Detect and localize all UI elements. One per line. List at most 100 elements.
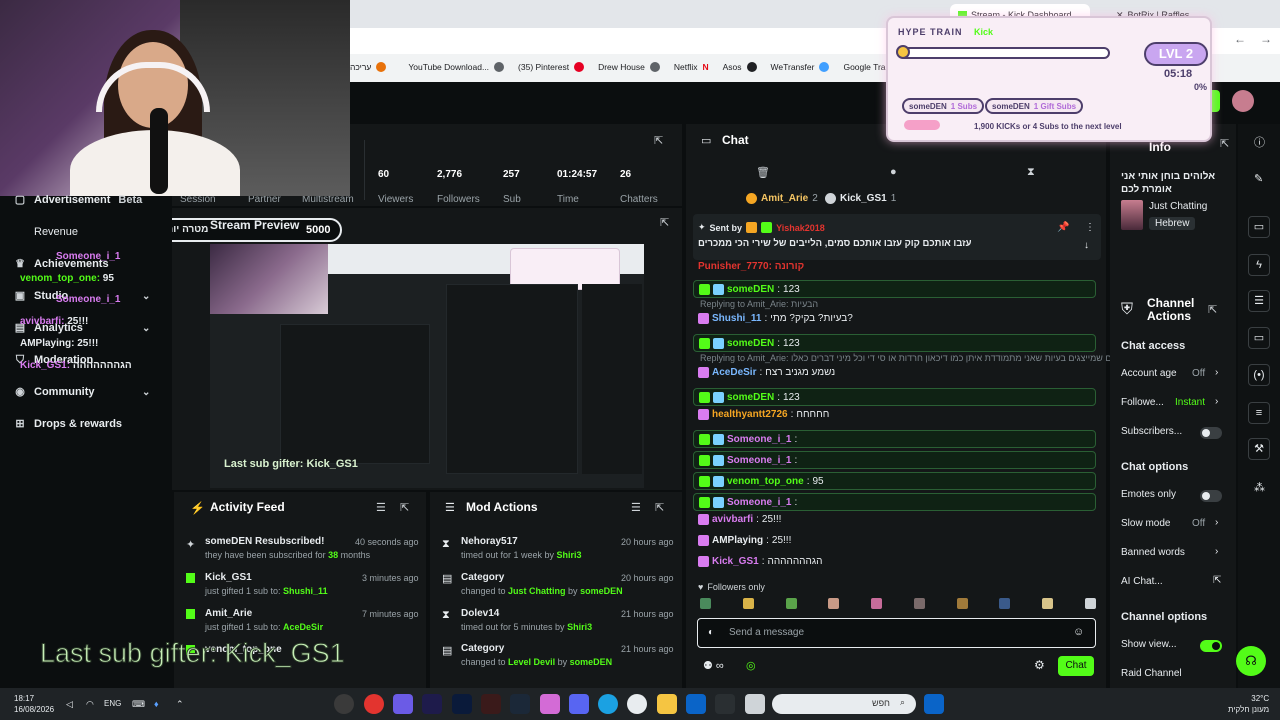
edge-icon[interactable] bbox=[598, 694, 618, 714]
sidebar-item-advertisement[interactable]: ▢ Advertisement Beta bbox=[14, 194, 142, 206]
bookmark[interactable]: עריכה bbox=[350, 62, 387, 72]
bookmark[interactable]: (35) Pinterest bbox=[518, 62, 585, 72]
emote-icon[interactable] bbox=[828, 598, 840, 609]
emoji-icon[interactable]: ☺ bbox=[1073, 626, 1084, 638]
chat-username[interactable]: someDEN bbox=[727, 392, 774, 403]
photoshop-icon[interactable] bbox=[452, 694, 472, 714]
chat-username[interactable]: healthyantt2726 bbox=[712, 409, 788, 420]
top-gifter[interactable]: Kick_GS1 1 bbox=[825, 193, 896, 204]
bot-icon[interactable]: ⚉ ∞ bbox=[703, 659, 724, 672]
chat-message[interactable]: someDEN:123 bbox=[693, 334, 1096, 352]
chat-message[interactable]: Someone_i_1: bbox=[693, 493, 1096, 511]
chat-username[interactable]: someDEN bbox=[727, 284, 774, 295]
outlook-icon[interactable] bbox=[686, 694, 706, 714]
chat-message[interactable]: AMPlaying:25!!! bbox=[698, 535, 791, 546]
taskbar-search[interactable]: חפש ⌕ bbox=[772, 694, 916, 714]
chat-message[interactable]: Kick_GS1: הגההההההה bbox=[698, 556, 822, 567]
premiere-icon[interactable] bbox=[422, 694, 442, 714]
sidebar-item-drops[interactable]: ⊞ Drops & rewards bbox=[14, 418, 122, 430]
emote-icon[interactable] bbox=[785, 598, 797, 609]
filter-icon[interactable]: ☰ bbox=[631, 501, 641, 514]
rail-button[interactable]: ⚒ bbox=[1248, 438, 1270, 460]
chat-username[interactable]: avivbarfi bbox=[712, 514, 753, 525]
emote-icon[interactable] bbox=[1084, 598, 1096, 609]
edit-icon[interactable]: ✎ bbox=[1254, 172, 1263, 185]
back-arrow-icon[interactable]: ← bbox=[1234, 32, 1246, 46]
chat-username[interactable]: Someone_i_1 bbox=[727, 497, 791, 508]
arrow-down-icon[interactable]: ↓ bbox=[1084, 240, 1089, 251]
chat-username[interactable]: venom_top_one bbox=[727, 476, 804, 487]
taskbar-app-icon[interactable] bbox=[364, 694, 384, 714]
more-icon[interactable]: ⋮ bbox=[1085, 222, 1095, 233]
taskbar-app-icon[interactable] bbox=[715, 694, 735, 714]
gear-icon[interactable]: ⚙ bbox=[1034, 658, 1045, 672]
bookmark[interactable]: Netflix N bbox=[674, 62, 709, 72]
chat-username[interactable]: Shushi_11 bbox=[712, 313, 761, 324]
taskbar-app-icon[interactable] bbox=[334, 694, 354, 714]
chat-message[interactable]: Someone_i_1: bbox=[693, 451, 1096, 469]
show-viewers-toggle[interactable] bbox=[1200, 640, 1222, 652]
emotes-only-toggle[interactable] bbox=[1200, 490, 1222, 502]
taskbar-app-icon[interactable] bbox=[393, 694, 413, 714]
avatar[interactable] bbox=[1232, 90, 1254, 112]
chat-message[interactable]: venom_top_one:95 bbox=[693, 472, 1096, 490]
steam-icon[interactable] bbox=[510, 694, 530, 714]
pin-icon[interactable]: 📌 bbox=[1057, 222, 1069, 233]
rail-button[interactable]: ▭ bbox=[1248, 216, 1270, 238]
subscribers-toggle[interactable] bbox=[1200, 427, 1222, 439]
bookmark[interactable]: Asos bbox=[723, 62, 757, 72]
sidebar-item-community[interactable]: ◉ Community ⌄ bbox=[14, 386, 150, 398]
kick-points-icon[interactable]: ◎ bbox=[746, 659, 756, 672]
popout-icon[interactable]: ⇱ bbox=[400, 501, 409, 514]
chat-username[interactable]: AceDeSir bbox=[712, 367, 756, 378]
forward-arrow-icon[interactable]: → bbox=[1260, 32, 1272, 46]
popout-icon[interactable]: ⇱ bbox=[1208, 303, 1217, 316]
share-icon[interactable]: ⁂ bbox=[1254, 481, 1265, 494]
speaker-icon[interactable]: ◁ bbox=[66, 699, 73, 710]
rail-button[interactable]: (•) bbox=[1248, 364, 1270, 386]
send-chat-button[interactable]: Chat bbox=[1058, 656, 1094, 676]
chat-input[interactable]: ◐ Send a message ☺ bbox=[697, 618, 1096, 648]
popout-icon[interactable]: ⇱ bbox=[660, 216, 669, 229]
emote-icon[interactable] bbox=[742, 598, 754, 609]
rail-button[interactable]: ☰ bbox=[1248, 290, 1270, 312]
rail-button[interactable]: ▭ bbox=[1248, 327, 1270, 349]
taskbar-app-icon[interactable] bbox=[540, 694, 560, 714]
chat-username[interactable]: Kick_GS1 bbox=[712, 556, 759, 567]
emote-icon[interactable] bbox=[913, 598, 925, 609]
trash-icon[interactable]: 🗑 bbox=[756, 166, 770, 179]
chat-message[interactable]: avivbarfi:25!!! bbox=[698, 514, 781, 525]
chrome-icon[interactable] bbox=[627, 694, 647, 714]
emote-icon[interactable] bbox=[1042, 598, 1054, 609]
chevron-right-icon[interactable]: › bbox=[1215, 546, 1218, 557]
message-icon[interactable]: ● bbox=[890, 166, 897, 178]
hourglass-icon[interactable]: ⧗ bbox=[1027, 166, 1035, 179]
taskbar-app-icon[interactable] bbox=[481, 694, 501, 714]
emote-icon[interactable] bbox=[700, 598, 711, 609]
account-age-value[interactable]: Off bbox=[1192, 368, 1205, 379]
chevron-right-icon[interactable]: › bbox=[1215, 396, 1218, 407]
chat-username[interactable]: Someone_i_1 bbox=[727, 434, 791, 445]
popout-icon[interactable]: ⇱ bbox=[1220, 137, 1229, 150]
chevron-right-icon[interactable]: › bbox=[1215, 367, 1218, 378]
windows-start-icon[interactable] bbox=[924, 694, 944, 714]
folder-icon[interactable] bbox=[657, 694, 677, 714]
banned-words-label[interactable]: Banned words bbox=[1121, 547, 1185, 558]
chat-username[interactable]: someDEN bbox=[727, 338, 774, 349]
discord-icon[interactable] bbox=[569, 694, 589, 714]
language-indicator[interactable]: ENG bbox=[104, 699, 121, 708]
bookmark[interactable]: Drew House bbox=[598, 62, 660, 72]
bookmark[interactable]: WeTransfer bbox=[771, 62, 830, 72]
rail-button[interactable]: ϟ bbox=[1248, 254, 1270, 276]
taskbar-app-icon[interactable] bbox=[745, 694, 765, 714]
top-gifter[interactable]: Amit_Arie 2 bbox=[746, 193, 818, 204]
bookmark[interactable]: YouTube Download... bbox=[408, 62, 505, 72]
keyboard-icon[interactable]: ⌨ bbox=[132, 699, 145, 710]
emote-icon[interactable] bbox=[956, 598, 968, 609]
raid-channel-label[interactable]: Raid Channel bbox=[1121, 668, 1182, 679]
wifi-icon[interactable]: ◠ bbox=[86, 699, 94, 710]
chevron-right-icon[interactable]: › bbox=[1215, 517, 1218, 528]
rail-button[interactable]: ≡ bbox=[1248, 402, 1270, 424]
stream-preview-video[interactable]: Last sub gifter: Kick_GS1 bbox=[210, 244, 644, 488]
external-link-icon[interactable]: ⇱ bbox=[1213, 575, 1221, 586]
